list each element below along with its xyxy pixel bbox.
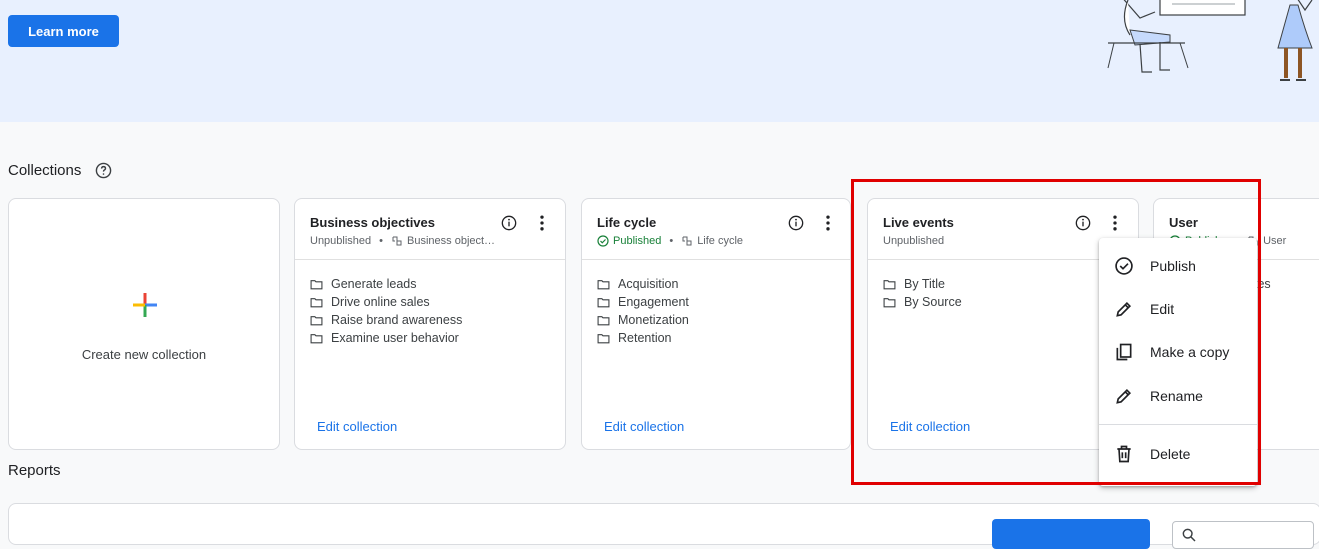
separator-dot: • <box>669 235 674 247</box>
separator-dot: • <box>379 235 384 247</box>
source-label: Business object… <box>407 235 496 247</box>
card-meta: Published • Life cycle <box>597 235 743 247</box>
card-header: Life cycle Published • Life cycle <box>582 199 850 260</box>
list-item[interactable]: Drive online sales <box>310 293 462 311</box>
add-icon <box>133 293 157 317</box>
published-status: Published <box>597 235 661 247</box>
card-meta: Unpublished • Business object… <box>310 235 495 247</box>
top-banner: Learn more <box>0 0 1319 122</box>
source-label: Life cycle <box>697 235 744 247</box>
info-icon[interactable] <box>501 215 517 231</box>
collections-title: Collections <box>8 162 82 179</box>
edit-collection-link[interactable]: Edit collection <box>317 419 397 434</box>
status-label: Published <box>613 235 662 247</box>
status-label: Unpublished <box>310 235 372 247</box>
learn-more-button[interactable]: Learn more <box>8 15 119 47</box>
create-report-button[interactable] <box>992 519 1150 549</box>
collection-card-life-cycle: Life cycle Published • Life cycle Acquis… <box>581 198 851 450</box>
collection-items: Generate leads Drive online sales Raise … <box>310 275 462 347</box>
list-item[interactable]: Generate leads <box>310 275 462 293</box>
more-vert-icon[interactable] <box>532 213 552 233</box>
collection-card-business-objectives: Business objectives Unpublished • Busine… <box>294 198 566 450</box>
source-label: User <box>1263 235 1287 247</box>
template-source-icon <box>682 236 692 246</box>
card-header: Business objectives Unpublished • Busine… <box>295 199 565 260</box>
folder-icon <box>310 279 323 289</box>
check-circle-icon <box>597 235 609 247</box>
list-item[interactable]: Monetization <box>597 311 689 329</box>
create-collection-label: Create new collection <box>81 347 207 362</box>
folder-icon <box>310 297 323 307</box>
card-title: Business objectives <box>310 215 435 230</box>
folder-icon <box>310 333 323 343</box>
reports-title: Reports <box>8 462 61 479</box>
folder-icon <box>597 333 610 343</box>
folder-icon <box>597 279 610 289</box>
info-icon[interactable] <box>788 215 804 231</box>
folder-icon <box>597 315 610 325</box>
list-item[interactable]: Acquisition <box>597 275 689 293</box>
help-icon[interactable] <box>95 162 112 179</box>
card-title: Life cycle <box>597 215 657 230</box>
list-item[interactable]: Examine user behavior <box>310 329 462 347</box>
folder-icon <box>597 297 610 307</box>
more-vert-icon[interactable] <box>818 213 838 233</box>
highlight-box <box>851 179 1261 485</box>
list-item[interactable]: Engagement <box>597 293 689 311</box>
edit-collection-link[interactable]: Edit collection <box>604 419 684 434</box>
search-input[interactable] <box>1172 521 1314 549</box>
collection-items: Acquisition Engagement Monetization Rete… <box>597 275 689 347</box>
template-source-icon <box>392 236 402 246</box>
search-icon <box>1182 528 1196 542</box>
list-item[interactable]: Raise brand awareness <box>310 311 462 329</box>
people-illustration <box>1107 0 1313 81</box>
list-item[interactable]: Retention <box>597 329 689 347</box>
folder-icon <box>310 315 323 325</box>
create-collection-card[interactable]: Create new collection <box>8 198 280 450</box>
